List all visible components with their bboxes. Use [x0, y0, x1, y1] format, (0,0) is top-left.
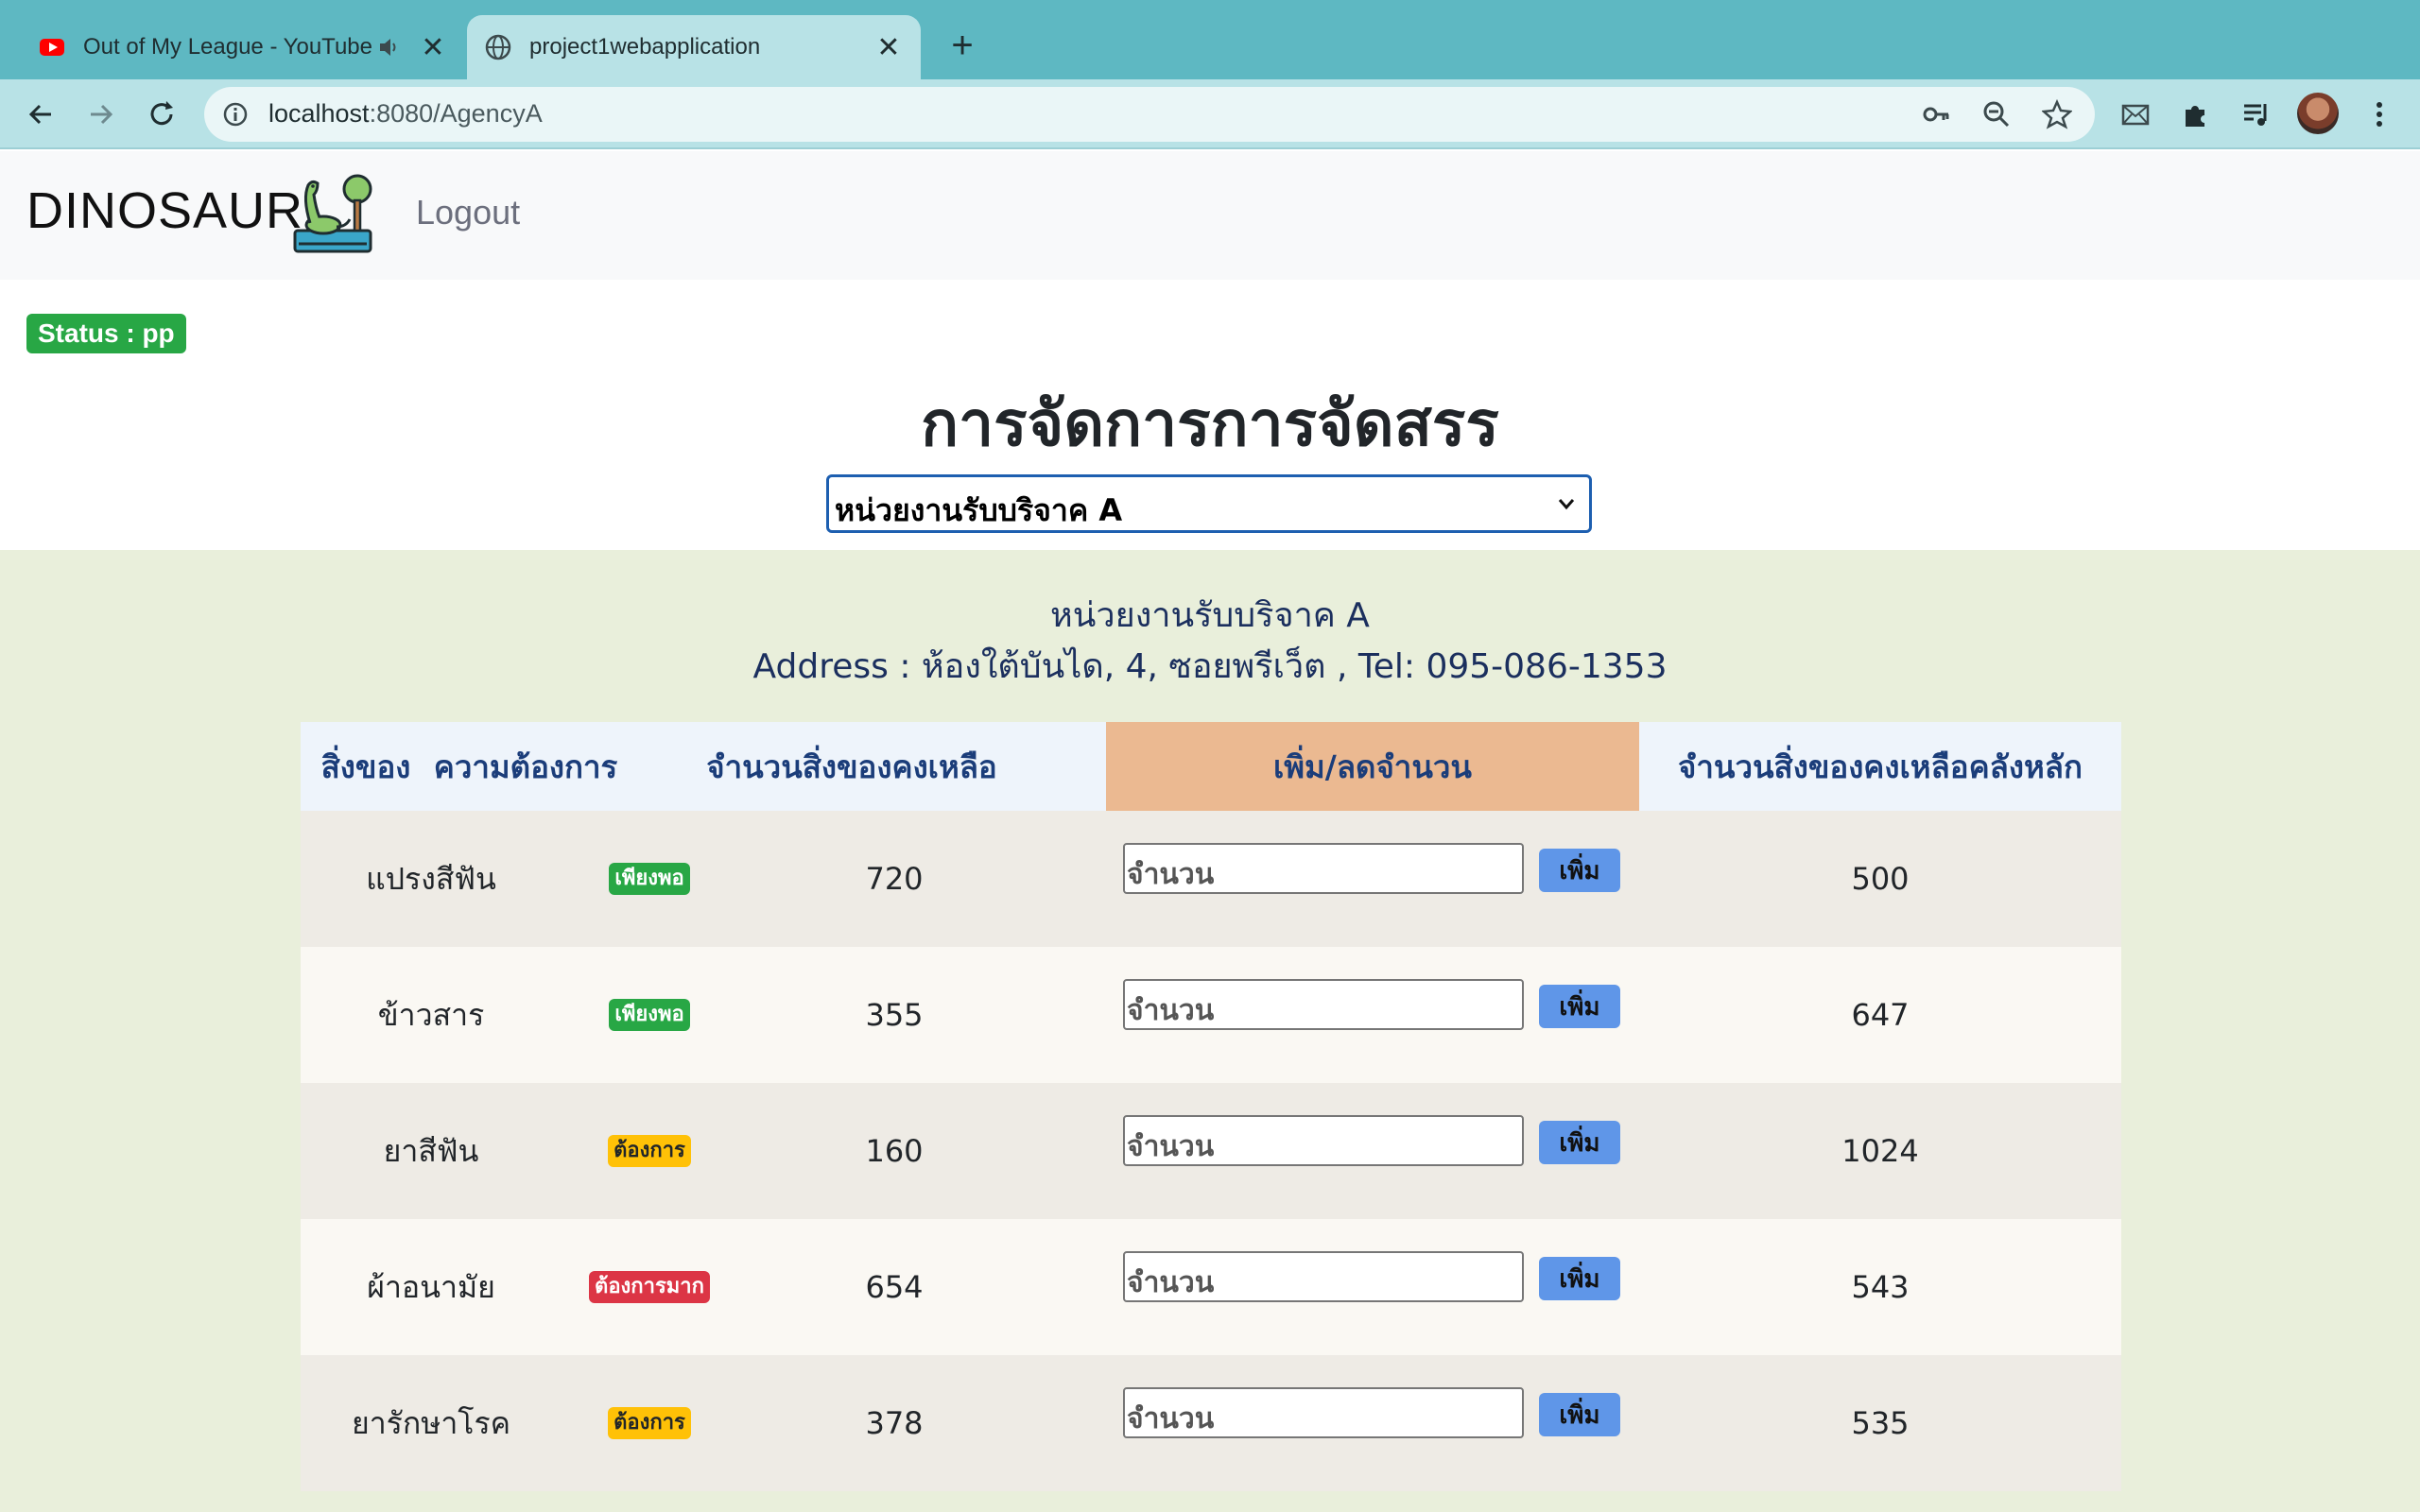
forward-button[interactable] [79, 93, 123, 136]
profile-avatar[interactable] [2297, 93, 2339, 134]
browser-tab-project[interactable]: project1webapplication ✕ [467, 15, 921, 79]
agency-address: Address : ห้องใต้บันได, 4, ซอยพรีเว็ต , … [752, 647, 1668, 686]
quantity-input[interactable]: จำนวน [1123, 1387, 1524, 1438]
youtube-icon [40, 39, 64, 56]
back-button[interactable] [19, 93, 62, 136]
add-button[interactable]: เพิ่ม [1539, 1257, 1620, 1300]
remaining-count: 378 [865, 1405, 924, 1441]
extensions-icon[interactable] [2180, 98, 2212, 130]
speaker-icon[interactable] [376, 35, 401, 60]
table-row: ยารักษาโรค ต้องการ 378 จำนวน เพิ่ม 535 [301, 1355, 2121, 1491]
info-icon[interactable] [221, 100, 250, 129]
status-badge: Status : pp [26, 314, 186, 353]
need-badge: ต้องการ [608, 1407, 691, 1439]
close-tab-icon[interactable]: ✕ [870, 28, 908, 66]
media-icon[interactable] [2240, 98, 2273, 130]
quantity-input[interactable]: จำนวน [1123, 1115, 1524, 1166]
browser-tab-youtube[interactable]: Out of My League - YouTube ✕ [21, 15, 465, 79]
table-row: ยาสีฟัน ต้องการ 160 จำนวน เพิ่ม 1024 [301, 1083, 2121, 1219]
need-cell: ต้องการมาก [562, 1219, 737, 1355]
key-icon[interactable] [1921, 99, 1951, 129]
main-stock-count: 647 [1851, 997, 1910, 1033]
need-cell: ต้องการ [562, 1355, 737, 1491]
quantity-placeholder: จำนวน [1127, 1130, 1215, 1163]
url-path: :8080/AgencyA [369, 99, 543, 128]
back-icon [28, 104, 51, 125]
quantity-placeholder: จำนวน [1127, 994, 1215, 1027]
globe-icon [485, 34, 511, 60]
agency-name: หน่วยงานรับบริจาค A [1050, 596, 1370, 635]
add-button[interactable]: เพิ่ม [1539, 849, 1620, 892]
agency-select-value: หน่วยงานรับบริจาค A [835, 492, 1123, 528]
main-stock-count: 543 [1851, 1269, 1910, 1305]
header-item: สิ่งของ [320, 747, 411, 785]
reload-button[interactable] [140, 93, 183, 136]
close-tab-icon[interactable]: ✕ [414, 28, 452, 66]
header-adjust: เพิ่ม/ลดจำนวน [1106, 722, 1639, 811]
need-cell: เพียงพอ [562, 947, 737, 1083]
brand-name[interactable]: DINOSAUR [26, 181, 303, 240]
logout-link[interactable]: Logout [416, 193, 520, 232]
browser-toolbar: localhost:8080/AgencyA [0, 79, 2420, 149]
url-text: localhost:8080/AgencyA [268, 99, 543, 129]
agency-select[interactable]: หน่วยงานรับบริจาค A [826, 474, 1592, 533]
header-remaining: จำนวนสิ่งของคงเหลือ [706, 747, 997, 785]
chevron-down-icon [1558, 499, 1575, 510]
need-badge: ต้องการมาก [589, 1271, 710, 1303]
page-title: การจัดการการจัดสรร [921, 387, 1499, 460]
need-cell: เพียงพอ [562, 811, 737, 947]
remaining-count: 355 [865, 997, 924, 1033]
add-button[interactable]: เพิ่ม [1539, 1121, 1620, 1164]
main-stock-count: 535 [1851, 1405, 1910, 1441]
url-host: localhost [268, 99, 370, 128]
table-row: ผ้าอนามัย ต้องการมาก 654 จำนวน เพิ่ม 543 [301, 1219, 2121, 1355]
need-cell: ต้องการ [562, 1083, 737, 1219]
zoom-out-icon[interactable] [1981, 99, 2012, 129]
item-name: ยาสีฟัน [383, 1132, 479, 1169]
need-badge: เพียงพอ [609, 999, 690, 1031]
new-tab-button[interactable]: + [942, 25, 983, 66]
add-button[interactable]: เพิ่ม [1539, 1393, 1620, 1436]
table-header: สิ่งของ ความต้องการ จำนวนสิ่งของคงเหลือ … [301, 722, 2121, 811]
quantity-placeholder: จำนวน [1127, 1266, 1215, 1299]
dinosaur-logo-icon [293, 174, 372, 253]
site-navbar: DINOSAUR Logout [0, 151, 2420, 280]
quantity-placeholder: จำนวน [1127, 858, 1215, 891]
main-stock-count: 1024 [1841, 1133, 1919, 1169]
header-need: ความต้องการ [433, 747, 618, 785]
mail-icon[interactable] [2119, 98, 2152, 130]
star-icon[interactable] [2042, 99, 2072, 129]
quantity-input[interactable]: จำนวน [1123, 843, 1524, 894]
page: DINOSAUR Logout Status : pp การจัดการการ… [0, 151, 2420, 1512]
remaining-count: 160 [865, 1133, 924, 1169]
table-row: แปรงสีฟัน เพียงพอ 720 จำนวน เพิ่ม 500 [301, 811, 2121, 947]
need-badge: เพียงพอ [609, 863, 690, 895]
remaining-count: 654 [865, 1269, 924, 1305]
item-name: ยารักษาโรค [351, 1404, 511, 1441]
item-name: ข้าวสาร [377, 996, 485, 1033]
forward-icon [91, 104, 113, 125]
browser-tab-strip: Out of My League - YouTube ✕ project1web… [0, 0, 2420, 79]
reload-icon [150, 101, 173, 126]
quantity-placeholder: จำนวน [1127, 1402, 1215, 1435]
address-bar[interactable]: localhost:8080/AgencyA [204, 87, 2095, 142]
agency-content: หน่วยงานรับบริจาค A Address : ห้องใต้บัน… [0, 550, 2420, 1512]
quantity-input[interactable]: จำนวน [1123, 1251, 1524, 1302]
menu-icon[interactable] [2363, 98, 2395, 130]
remaining-count: 720 [865, 861, 924, 897]
table-row: ข้าวสาร เพียงพอ 355 จำนวน เพิ่ม 647 [301, 947, 2121, 1083]
item-name: ผ้าอนามัย [367, 1268, 495, 1305]
header-main-stock: จำนวนสิ่งของคงเหลือคลังหลัก [1678, 747, 2083, 785]
item-name: แปรงสีฟัน [366, 860, 496, 897]
need-badge: ต้องการ [608, 1135, 691, 1167]
main-stock-count: 500 [1851, 861, 1910, 897]
add-button[interactable]: เพิ่ม [1539, 985, 1620, 1028]
tab-title: project1webapplication [529, 34, 761, 60]
tab-title: Out of My League - YouTube [83, 34, 372, 60]
quantity-input[interactable]: จำนวน [1123, 979, 1524, 1030]
